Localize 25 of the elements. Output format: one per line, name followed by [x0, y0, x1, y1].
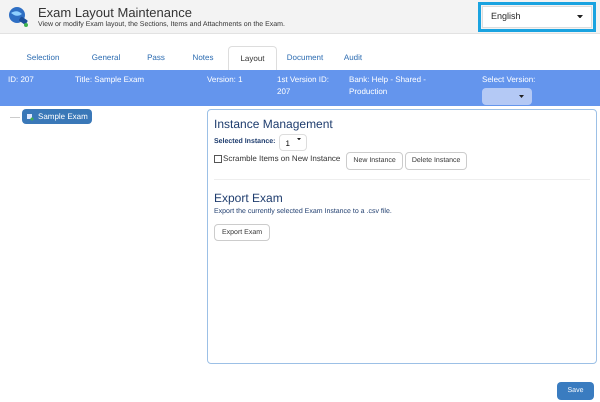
section-title: Export Exam	[214, 190, 284, 207]
language-dropdown[interactable]: English	[482, 6, 592, 28]
tab[interactable]: Notes	[178, 46, 228, 70]
select-version-label: Select Version:	[482, 74, 536, 86]
instance-dropdown[interactable]: 1	[279, 134, 308, 151]
caret-icon	[577, 14, 583, 18]
checkbox-label: Scramble Items on New Instance	[223, 153, 340, 165]
tree-node[interactable]: Sample Exam	[22, 109, 92, 124]
info-field: Title: Sample Exam	[75, 74, 207, 106]
exam-icon	[26, 112, 34, 120]
tab[interactable]: Audit	[333, 46, 373, 70]
tab[interactable]: Document	[277, 46, 333, 70]
caret-icon	[519, 95, 524, 98]
section-title: Instance Management	[214, 116, 334, 133]
page-title: Exam Layout Maintenance	[38, 4, 193, 20]
scramble-checkbox[interactable]	[214, 155, 222, 163]
tab[interactable]: Pass	[134, 46, 178, 70]
tab[interactable]: General	[78, 46, 134, 70]
info-field: ID: 207	[8, 74, 75, 106]
info-field: Version: 1	[207, 74, 277, 106]
info-field: 1st Version ID: 207	[277, 74, 349, 106]
info-field: Bank: Help - Shared - Production	[349, 74, 482, 106]
tab[interactable]: Layout	[228, 46, 277, 70]
tab[interactable]: Selection	[8, 46, 78, 70]
caret-icon	[297, 138, 302, 140]
